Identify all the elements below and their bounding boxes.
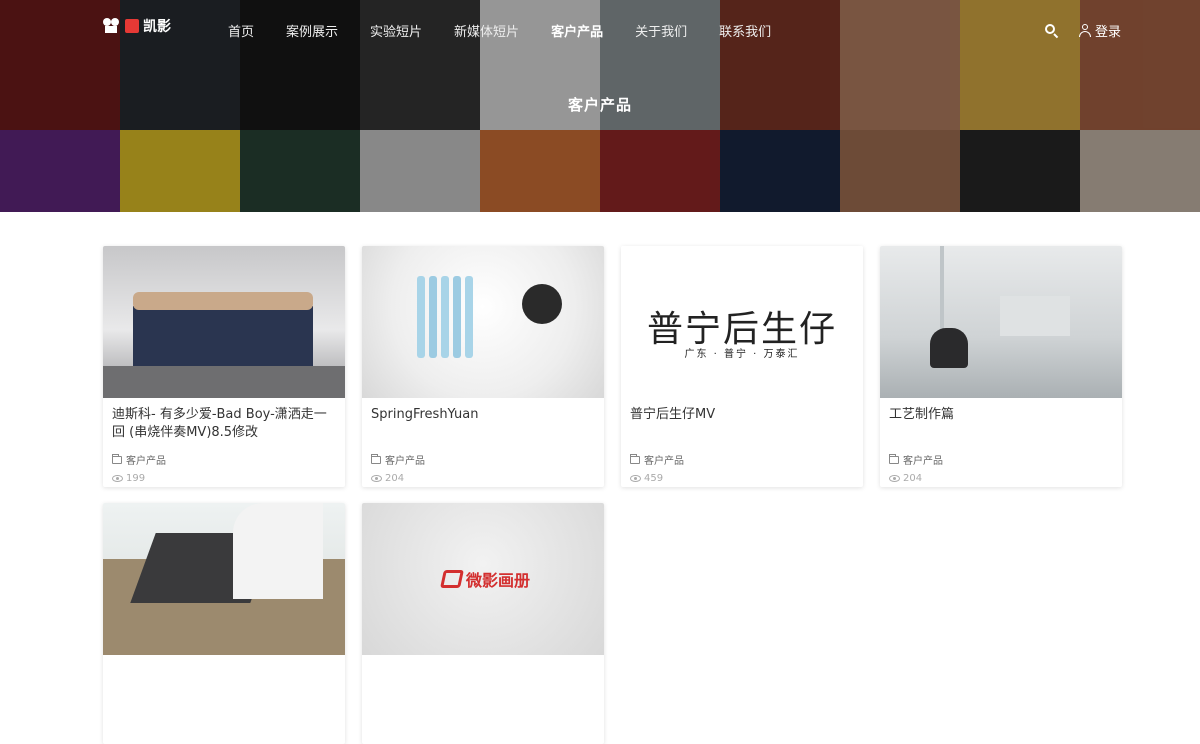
card-title[interactable]: SpringFreshYuan [371, 406, 595, 442]
card-title[interactable] [371, 663, 595, 699]
search-icon[interactable] [1045, 23, 1059, 38]
eye-icon [630, 475, 641, 482]
eye-icon [889, 475, 900, 482]
faces-shape [133, 292, 313, 310]
card-views: 459 [630, 473, 854, 484]
chair-figure-shape [930, 328, 968, 368]
card-category[interactable]: 客户产品 [371, 452, 595, 467]
logo-text: 凯影 [143, 19, 171, 35]
nav-item-about[interactable]: 关于我们 [635, 21, 687, 40]
category-label: 客户产品 [385, 456, 425, 467]
product-card[interactable]: 微影画册 [362, 503, 604, 744]
brand-mark-icon [440, 570, 464, 588]
bottle-shape [465, 276, 473, 358]
bottle-shape [417, 276, 425, 358]
eye-icon [371, 475, 382, 482]
person-shape [233, 503, 323, 599]
artwork-shape [1000, 296, 1070, 336]
card-thumbnail[interactable] [103, 246, 345, 398]
folder-icon [112, 453, 122, 464]
eye-icon [112, 475, 123, 482]
card-category[interactable]: 客户产品 [112, 452, 336, 467]
card-category[interactable]: 客户产品 [630, 452, 854, 467]
bottle-shape [441, 276, 449, 358]
product-card[interactable]: 普宁后生仔 广东 · 普宁 · 万泰汇 普宁后生仔MV 客户产品 459 [621, 246, 863, 487]
product-card[interactable]: 迪斯科- 有多少爱-Bad Boy-潇洒走一回 (串烧伴奏MV)8.5修改 客户… [103, 246, 345, 487]
thumbnail-logo-text: 微影画册 [466, 571, 531, 590]
hero-banner: 客户产品 凯影 首页 案例展示 实验短片 新媒体短片 客户产品 关于我们 联系我… [0, 0, 1200, 212]
thumbnail-logo: 微影画册 [440, 567, 531, 591]
product-card[interactable]: SpringFreshYuan 客户产品 204 [362, 246, 604, 487]
card-title[interactable] [112, 663, 336, 699]
nav-item-experimental[interactable]: 实验短片 [370, 21, 422, 40]
views-count: 204 [903, 473, 923, 484]
camera-icon [103, 18, 121, 34]
category-label: 客户产品 [644, 456, 684, 467]
product-card[interactable]: 工艺制作篇 客户产品 204 [880, 246, 1122, 487]
category-label: 客户产品 [903, 456, 943, 467]
brand-emblem-shape [522, 284, 562, 324]
logo-badge [125, 19, 139, 33]
nav-item-client-products[interactable]: 客户产品 [551, 21, 603, 40]
views-count: 459 [644, 473, 664, 484]
top-nav: 凯影 首页 案例展示 实验短片 新媒体短片 客户产品 关于我们 联系我们 登录 [0, 0, 1200, 46]
product-grid: 迪斯科- 有多少爱-Bad Boy-潇洒走一回 (串烧伴奏MV)8.5修改 客户… [103, 246, 1122, 744]
floor-shape [103, 366, 345, 398]
login-link[interactable]: 登录 [1095, 21, 1121, 40]
views-count: 199 [126, 473, 146, 484]
nav-item-new-media[interactable]: 新媒体短片 [454, 21, 519, 40]
site-logo[interactable]: 凯影 [103, 16, 171, 36]
card-views: 204 [371, 473, 595, 484]
card-thumbnail[interactable] [103, 503, 345, 655]
category-label: 客户产品 [126, 456, 166, 467]
nav-item-cases[interactable]: 案例展示 [286, 21, 338, 40]
card-title[interactable]: 普宁后生仔MV [630, 406, 854, 442]
card-thumbnail[interactable] [880, 246, 1122, 398]
nav-item-home[interactable]: 首页 [228, 21, 254, 40]
page-title: 客户产品 [567, 96, 632, 114]
group-photo-shape [133, 306, 313, 366]
bottle-shape [429, 276, 437, 358]
nav-item-contact[interactable]: 联系我们 [719, 21, 771, 40]
card-title[interactable]: 迪斯科- 有多少爱-Bad Boy-潇洒走一回 (串烧伴奏MV)8.5修改 [112, 406, 336, 442]
thumbnail-subtitle-text: 广东 · 普宁 · 万泰汇 [684, 349, 800, 360]
folder-icon [630, 453, 640, 464]
folder-icon [889, 453, 899, 464]
views-count: 204 [385, 473, 405, 484]
card-thumbnail[interactable]: 微影画册 [362, 503, 604, 655]
card-thumbnail[interactable]: 普宁后生仔 广东 · 普宁 · 万泰汇 [621, 246, 863, 398]
card-views: 199 [112, 473, 336, 484]
card-views: 204 [889, 473, 1113, 484]
folder-icon [371, 453, 381, 464]
card-title[interactable]: 工艺制作篇 [889, 406, 1113, 442]
card-thumbnail[interactable] [362, 246, 604, 398]
card-category[interactable]: 客户产品 [889, 452, 1113, 467]
bottle-shape [453, 276, 461, 358]
product-card[interactable] [103, 503, 345, 744]
main-menu: 首页 案例展示 实验短片 新媒体短片 客户产品 关于我们 联系我们 [228, 21, 803, 40]
user-icon [1079, 24, 1091, 37]
nav-actions: 登录 [1045, 21, 1121, 40]
